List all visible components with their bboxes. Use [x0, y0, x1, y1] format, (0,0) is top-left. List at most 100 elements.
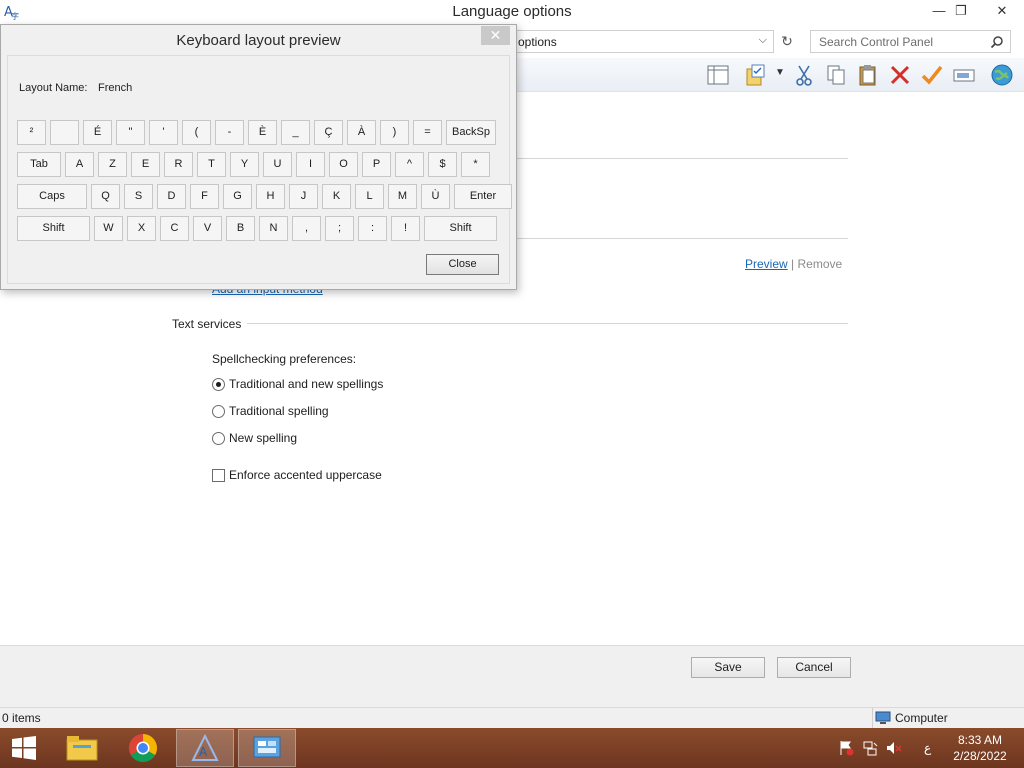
dialog-close-icon[interactable]: ✕ [481, 26, 510, 45]
volume-muted-icon[interactable] [886, 740, 902, 756]
location-label: Computer [895, 711, 948, 725]
keyboard-key: R [164, 152, 193, 177]
keyboard-key: Z [98, 152, 127, 177]
keyboard-key: Q [91, 184, 120, 209]
paste-icon[interactable] [856, 63, 880, 87]
delete-icon[interactable] [888, 63, 912, 87]
dialog-close-button[interactable]: Close [426, 254, 499, 275]
text-services-heading: Text services [172, 317, 248, 331]
keyboard-key [50, 120, 79, 145]
clock-time[interactable]: 8:33 AM [940, 733, 1020, 747]
keyboard-key: - [215, 120, 244, 145]
keyboard-key: È [248, 120, 277, 145]
keyboard-key: Y [230, 152, 259, 177]
text-services-divider [172, 323, 848, 324]
language-app-icon[interactable]: A [191, 734, 219, 762]
button-bar: Save Cancel [0, 645, 1024, 707]
network-icon[interactable] [862, 740, 878, 756]
radio-button[interactable] [212, 431, 225, 445]
keyboard-key: É [83, 120, 112, 145]
keyboard-key: ² [17, 120, 46, 145]
divider [512, 238, 848, 239]
keyboard-key: L [355, 184, 384, 209]
start-button[interactable] [0, 729, 48, 767]
keyboard-key: I [296, 152, 325, 177]
dialog-title: Keyboard layout preview [176, 32, 341, 49]
keyboard-key: T [197, 152, 226, 177]
keyboard-key: F [190, 184, 219, 209]
keyboard-key: U [263, 152, 292, 177]
rename-icon[interactable] [952, 63, 976, 87]
radio-button[interactable] [212, 404, 225, 418]
enforce-accented-uppercase[interactable]: Enforce accented uppercase [212, 467, 382, 483]
taskbar-file-explorer[interactable] [53, 729, 111, 767]
save-button[interactable]: Save [691, 657, 765, 678]
layout-icon[interactable] [706, 63, 730, 87]
layout-name-value: French [98, 82, 133, 94]
dialog-title-bar: Keyboard layout preview ✕ [1, 25, 516, 55]
dialog-body: Layout Name: French ² É " '(- È _ Ç À) = BackSp Ta… [7, 55, 512, 284]
keyboard-key: ^ [395, 152, 424, 177]
address-field[interactable]: options ⌵ [512, 30, 774, 53]
globe-icon[interactable] [990, 63, 1014, 87]
taskbar-language-app[interactable]: A [176, 729, 234, 767]
folder-icon[interactable] [66, 734, 98, 762]
cancel-button[interactable]: Cancel [777, 657, 851, 678]
radio-traditional-and-new[interactable]: Traditional and new spellings [212, 376, 383, 392]
link-separator: | [791, 257, 795, 271]
computer-icon [875, 711, 891, 724]
control-panel-icon[interactable] [252, 734, 282, 762]
keyboard-key: , [292, 216, 321, 241]
keyboard-key: " [116, 120, 145, 145]
keyboard-key: N [259, 216, 288, 241]
search-input[interactable]: Search Control Panel [810, 30, 1011, 53]
keyboard-key: * [461, 152, 490, 177]
item-count: 0 items [2, 711, 41, 725]
radio-button[interactable] [212, 377, 225, 391]
close-button[interactable]: ✕ [980, 0, 1024, 22]
preview-link[interactable]: Preview [745, 257, 788, 271]
keyboard-key: Shift [424, 216, 497, 241]
radio-traditional[interactable]: Traditional spelling [212, 403, 329, 419]
status-divider [872, 708, 873, 728]
svg-text:A: A [199, 745, 208, 759]
chrome-icon[interactable] [128, 733, 158, 763]
keyboard-key: BackSp [446, 120, 496, 145]
taskbar-control-panel[interactable] [238, 729, 296, 767]
keyboard-key: Ç [314, 120, 343, 145]
checkbox[interactable] [212, 468, 225, 482]
keyboard-key: J [289, 184, 318, 209]
keyboard-key: H [256, 184, 285, 209]
keyboard-key: V [193, 216, 222, 241]
chevron-down-icon[interactable]: ⌵ [759, 34, 767, 47]
keyboard-key: Ù [421, 184, 450, 209]
layout-name-label: Layout Name: [19, 82, 88, 94]
dropdown-arrow-icon[interactable]: ▼ [775, 67, 785, 78]
cut-icon[interactable] [792, 63, 816, 87]
keyboard-key: D [157, 184, 186, 209]
keyboard-key: $ [428, 152, 457, 177]
radio-label: New spelling [229, 431, 298, 445]
action-center-icon[interactable] [838, 740, 854, 756]
keyboard-key: X [127, 216, 156, 241]
clock-date[interactable]: 2/28/2022 [940, 749, 1020, 763]
keyboard-key: : [358, 216, 387, 241]
window-title: Language options [452, 3, 572, 20]
radio-new[interactable]: New spelling [212, 430, 297, 446]
refresh-icon[interactable]: ↻ [776, 30, 798, 53]
keyboard-key: ) [380, 120, 409, 145]
input-language-indicator[interactable]: ع [924, 741, 931, 755]
checkmark-icon[interactable] [920, 63, 944, 87]
keyboard-key: ' [149, 120, 178, 145]
maximize-button[interactable]: ❐ [948, 0, 974, 22]
keyboard-key: ( [182, 120, 211, 145]
properties-icon[interactable] [744, 63, 768, 87]
keyboard-key: = [413, 120, 442, 145]
remove-link[interactable]: Remove [798, 257, 843, 271]
copy-icon[interactable] [824, 63, 848, 87]
keyboard-key: E [131, 152, 160, 177]
taskbar-chrome[interactable] [114, 729, 172, 767]
windows-logo-icon[interactable] [11, 735, 37, 761]
keyboard-key: C [160, 216, 189, 241]
search-icon[interactable] [990, 35, 1004, 49]
